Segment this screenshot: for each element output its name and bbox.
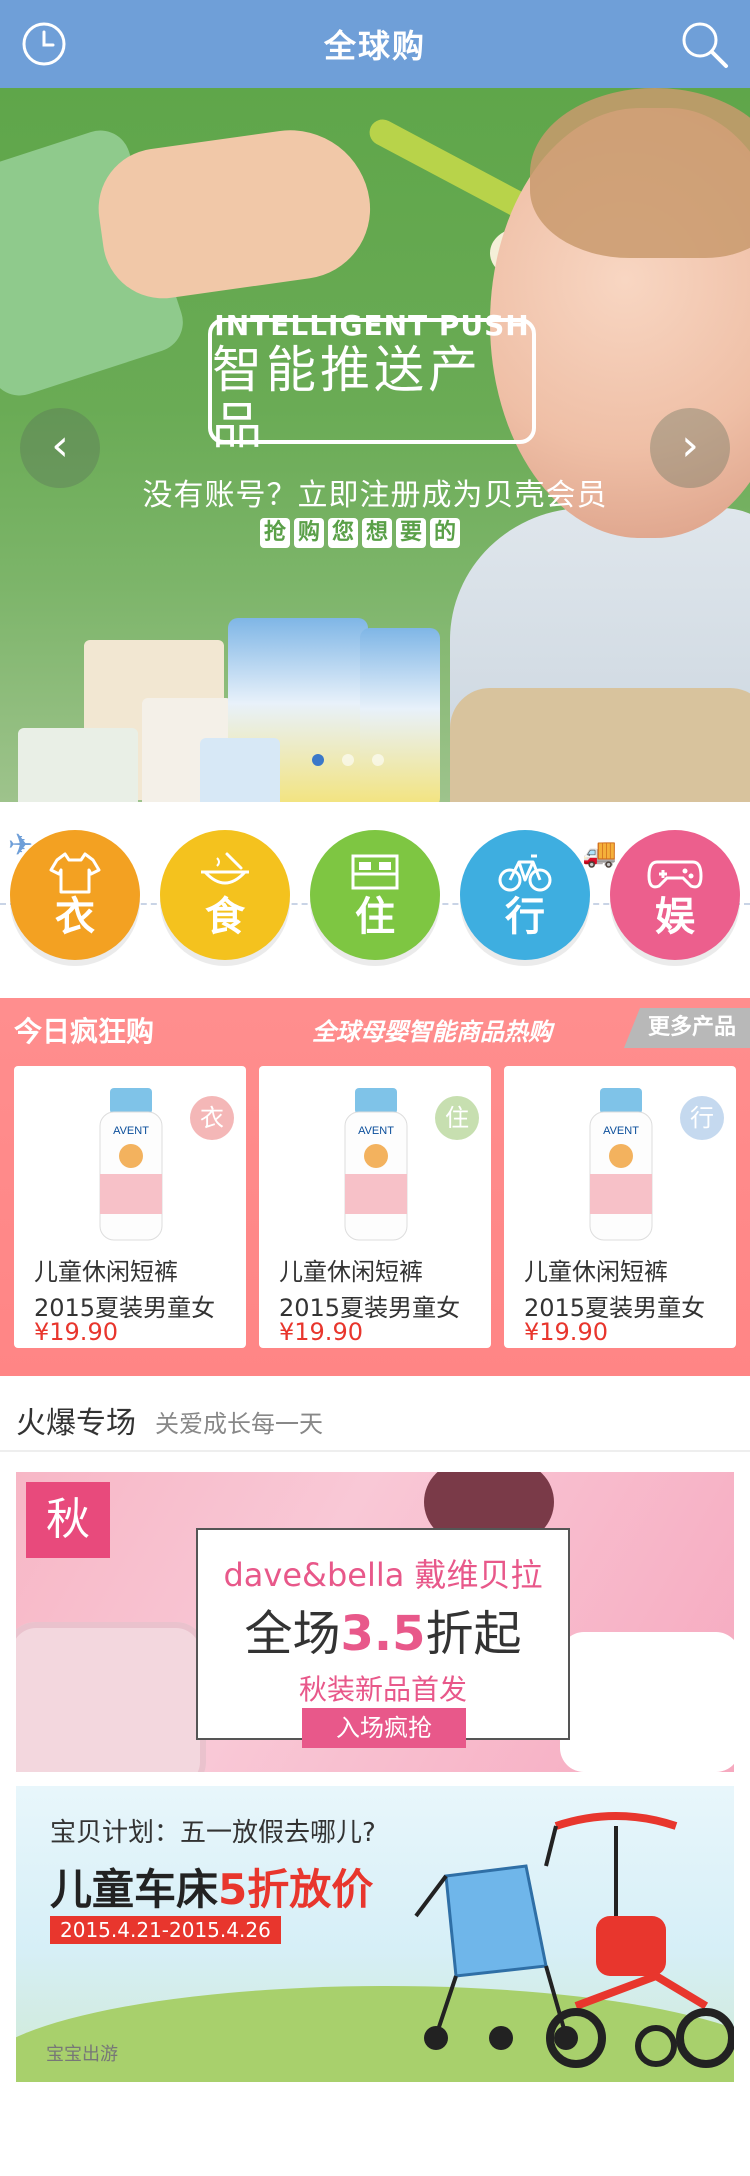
hero-carousel[interactable]: INTELLIGENT PUSH 智能推送产品 没有账号？立即注册成为贝壳会员 …: [0, 88, 750, 802]
bowl-icon: [201, 852, 249, 885]
carousel-dots: [312, 754, 384, 766]
carousel-dot[interactable]: [342, 754, 354, 766]
hero-logo-cn: 智能推送产品: [212, 340, 482, 455]
product-name: 儿童休闲短裤: [34, 1258, 178, 1286]
banner-question: 宝贝计划：五一放假去哪儿?: [50, 1818, 376, 1848]
product-badge: 住: [435, 1096, 479, 1140]
hero-logo: INTELLIGENT PUSH 智能推送产品: [208, 309, 536, 454]
hero-baby-hair-art: [530, 88, 750, 258]
hero-logo-en: INTELLIGENT PUSH: [214, 308, 530, 342]
section-subtitle: 关爱成长每一天: [155, 1410, 323, 1438]
product-card[interactable]: 行 AVENT 儿童休闲短裤 2015夏装男童女 ¥19.90: [504, 1066, 736, 1348]
hot-section-header: 火爆专场 关爱成长每一天: [0, 1376, 750, 1452]
top-bar: 全球购: [0, 0, 750, 88]
grab-char: 的: [430, 518, 460, 548]
grab-char: 您: [328, 518, 358, 548]
category-fun[interactable]: 娱: [610, 830, 740, 960]
banner-sub: 秋装新品首发: [298, 1673, 467, 1706]
carousel-next-button[interactable]: ›: [650, 408, 730, 488]
product-price: ¥19.90: [524, 1318, 608, 1346]
hero-promo-text[interactable]: 没有账号？立即注册成为贝壳会员: [140, 470, 610, 514]
hero-hand-art: [90, 119, 380, 307]
crazy-buy-section: 今日疯狂购 全球母婴智能商品热购 更多产品 衣 AVENT 儿童休闲短裤 201…: [0, 998, 750, 1376]
lotion-bottle-image: AVENT: [99, 1088, 163, 1241]
banner-footer: 宝宝出游: [46, 2044, 118, 2065]
product-card[interactable]: 衣 AVENT 儿童休闲短裤 2015夏装男童女 ¥19.90: [14, 1066, 246, 1348]
svg-text:AVENT: AVENT: [113, 1125, 149, 1137]
lotion-bottle-image: AVENT: [589, 1088, 653, 1241]
page-title: 全球购: [323, 27, 426, 65]
product-card[interactable]: 住 AVENT 儿童休闲短裤 2015夏装男童女 ¥19.90: [259, 1066, 491, 1348]
product-badge: 行: [680, 1096, 724, 1140]
stroller-banner[interactable]: 宝贝计划：五一放假去哪儿? 儿童车床5折放价 2015.4.21-2015.4.…: [16, 1786, 734, 2082]
product-name: 儿童休闲短裤: [279, 1258, 423, 1286]
discount-pre: 全场: [244, 1606, 341, 1662]
carousel-dot[interactable]: [312, 754, 324, 766]
product-can-art: [360, 628, 440, 802]
clothes-icon: [49, 852, 101, 894]
grab-char: 抢: [260, 518, 290, 548]
headline-red: 5折放价: [218, 1865, 374, 1914]
section-subtitle: 全球母婴智能商品热购: [312, 1018, 552, 1046]
product-price: ¥19.90: [279, 1318, 363, 1346]
section-title: 今日疯狂购: [14, 1015, 155, 1048]
product-box-art: [18, 728, 138, 802]
shirt-art: [560, 1632, 734, 1772]
product-badge: 衣: [190, 1096, 234, 1140]
category-clothes[interactable]: 衣: [10, 830, 140, 960]
category-label: 衣: [55, 894, 95, 940]
discount-num: 3.5: [340, 1606, 426, 1662]
carousel-prev-button[interactable]: ‹: [20, 408, 100, 488]
category-food[interactable]: 食: [160, 830, 290, 960]
category-row: ✈ 🚚 衣 食 住 行 娱: [0, 808, 750, 998]
category-label: 娱: [655, 894, 695, 940]
category-label: 食: [205, 894, 245, 940]
bed-icon: [351, 854, 399, 890]
truck-icon: 🚚: [582, 836, 617, 869]
enter-sale-button[interactable]: 入场疯抢: [302, 1708, 466, 1748]
tricycle-image: [544, 1812, 734, 2068]
grab-char: 购: [294, 518, 324, 548]
svg-text:AVENT: AVENT: [603, 1125, 639, 1137]
category-home[interactable]: 住: [310, 830, 440, 960]
discount-post: 折起: [425, 1606, 522, 1662]
dave-bella-banner[interactable]: 秋 dave&bella 戴维贝拉 全场3.5折起 秋装新品首发 入场疯抢: [16, 1472, 734, 1772]
banner-headline: 儿童车床5折放价: [50, 1856, 373, 1917]
crazy-buy-header: 今日疯狂购 全球母婴智能商品热购 更多产品: [0, 998, 750, 1054]
product-pouch-art: [200, 738, 280, 802]
banner-date: 2015.4.21-2015.4.26: [50, 1916, 281, 1944]
grab-char: 想: [362, 518, 392, 548]
category-label: 行: [505, 894, 545, 940]
lotion-bottle-image: AVENT: [344, 1088, 408, 1241]
banner-discount: 全场3.5折起: [198, 1594, 568, 1664]
banner-promo-box: dave&bella 戴维贝拉 全场3.5折起 秋装新品首发 入场疯抢: [196, 1528, 570, 1748]
dress-art: [16, 1622, 206, 1772]
hero-chair-art: [450, 688, 750, 802]
bicycle-icon: [498, 854, 552, 892]
banner-brand: dave&bella 戴维贝拉: [223, 1556, 543, 1594]
section-title: 火爆专场: [16, 1406, 136, 1441]
category-label: 住: [355, 894, 395, 940]
product-price: ¥19.90: [34, 1318, 118, 1346]
more-products-button[interactable]: 更多产品: [623, 1008, 750, 1048]
svg-text:AVENT: AVENT: [358, 1125, 394, 1137]
autumn-tag: 秋: [26, 1482, 110, 1558]
search-icon[interactable]: [678, 18, 730, 70]
product-name: 儿童休闲短裤: [524, 1258, 668, 1286]
hero-grab-text: 抢 购 您 想 要 的: [260, 518, 460, 548]
category-travel[interactable]: 行: [460, 830, 590, 960]
gamepad-icon: [647, 860, 703, 889]
grab-char: 要: [396, 518, 426, 548]
carousel-dot[interactable]: [372, 754, 384, 766]
headline-pre: 儿童车床: [50, 1865, 219, 1914]
clock-icon[interactable]: [20, 20, 68, 68]
